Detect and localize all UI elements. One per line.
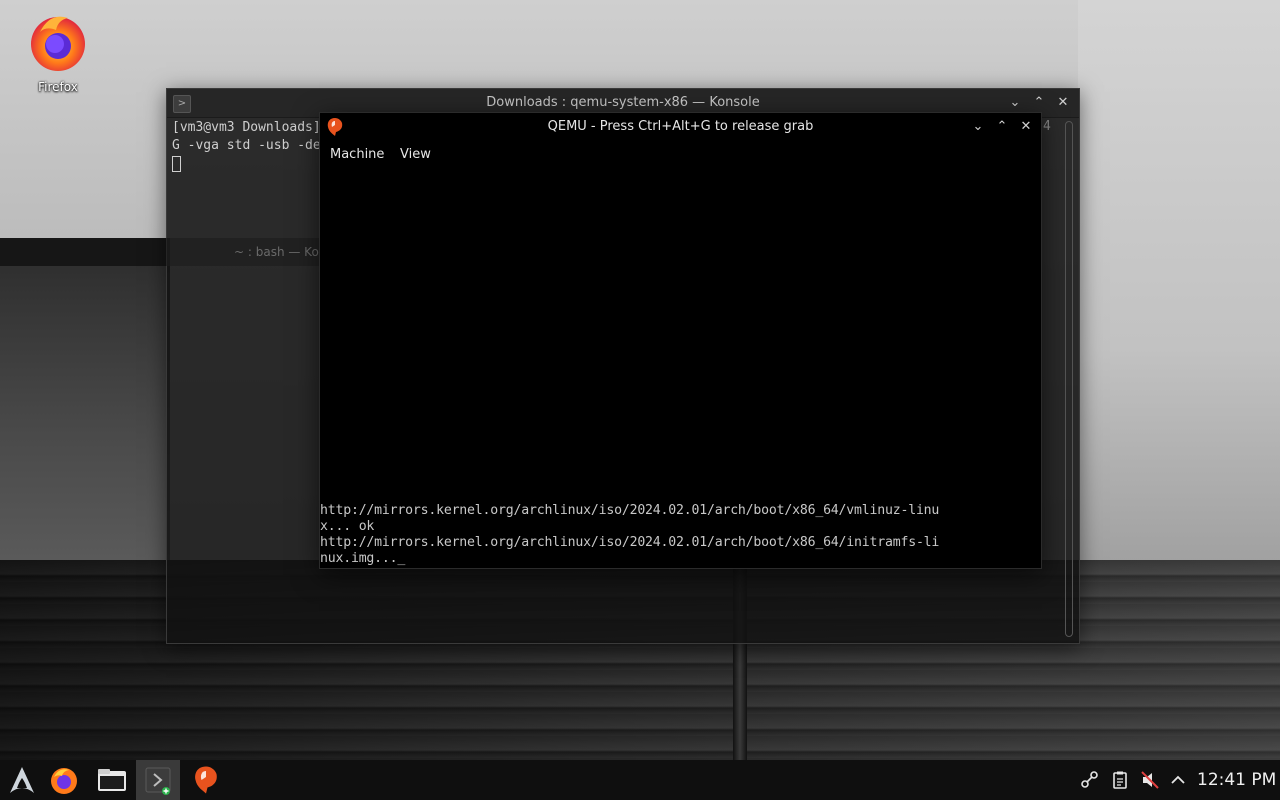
- network-icon[interactable]: [1080, 770, 1100, 790]
- menu-machine[interactable]: Machine: [330, 147, 384, 162]
- qemu-title: QEMU - Press Ctrl+Alt+G to release grab: [547, 119, 814, 134]
- desktop-icon-label: Firefox: [38, 80, 78, 94]
- folder-icon: [98, 769, 126, 791]
- arch-icon: [10, 767, 34, 793]
- background-konsole-title: ~ : bash — Ko: [234, 245, 319, 259]
- console-line: http://mirrors.kernel.org/archlinux/iso/…: [320, 535, 940, 550]
- vm-display[interactable]: http://mirrors.kernel.org/archlinux/iso/…: [320, 169, 1041, 567]
- minimize-button[interactable]: ⌄: [968, 117, 988, 137]
- console-line: nux.img..._: [320, 551, 406, 566]
- console-line: x... ok: [320, 519, 375, 534]
- qemu-icon: [195, 766, 217, 794]
- minimize-button[interactable]: ⌄: [1005, 93, 1025, 113]
- qemu-window[interactable]: QEMU - Press Ctrl+Alt+G to release grab …: [319, 112, 1042, 569]
- firefox-icon: [31, 16, 85, 71]
- taskbar-firefox[interactable]: [42, 760, 86, 800]
- terminal-line: G -vga std -usb -de: [172, 138, 321, 153]
- desktop-icon-firefox[interactable]: Firefox: [22, 8, 94, 94]
- firefox-icon: [51, 768, 77, 794]
- taskbar-konsole[interactable]: [136, 760, 180, 800]
- clipboard-icon[interactable]: [1110, 770, 1130, 790]
- qemu-titlebar[interactable]: QEMU - Press Ctrl+Alt+G to release grab …: [320, 113, 1041, 141]
- maximize-button[interactable]: ⌃: [992, 117, 1012, 137]
- console-line: http://mirrors.kernel.org/archlinux/iso/…: [320, 503, 940, 518]
- qemu-menubar: Machine View: [320, 143, 1041, 167]
- konsole-scrollbar[interactable]: [1065, 121, 1073, 637]
- terminal-icon: [145, 767, 171, 795]
- expand-tray-icon[interactable]: [1168, 770, 1188, 790]
- taskbar-file-manager[interactable]: [90, 760, 134, 800]
- terminal-cursor: [172, 155, 181, 172]
- volume-muted-icon[interactable]: [1140, 770, 1160, 790]
- clock[interactable]: 12:41 PM: [1197, 770, 1276, 790]
- taskbar-qemu[interactable]: [184, 760, 228, 800]
- vm-console-output: http://mirrors.kernel.org/archlinux/iso/…: [320, 503, 1041, 567]
- menu-view[interactable]: View: [400, 147, 431, 162]
- konsole-title: Downloads : qemu-system-x86 — Konsole: [486, 95, 760, 110]
- close-button[interactable]: ✕: [1016, 117, 1036, 137]
- close-button[interactable]: ✕: [1053, 93, 1073, 113]
- terminal-line: [vm3@vm3 Downloads]: [172, 120, 321, 135]
- background-konsole-titlebar: ~ : bash — Ko: [166, 238, 324, 266]
- application-launcher-button[interactable]: [0, 760, 44, 800]
- taskbar: 12:41 PM: [0, 760, 1280, 800]
- terminal-overflow-text: 4: [1043, 119, 1051, 134]
- maximize-button[interactable]: ⌃: [1029, 93, 1049, 113]
